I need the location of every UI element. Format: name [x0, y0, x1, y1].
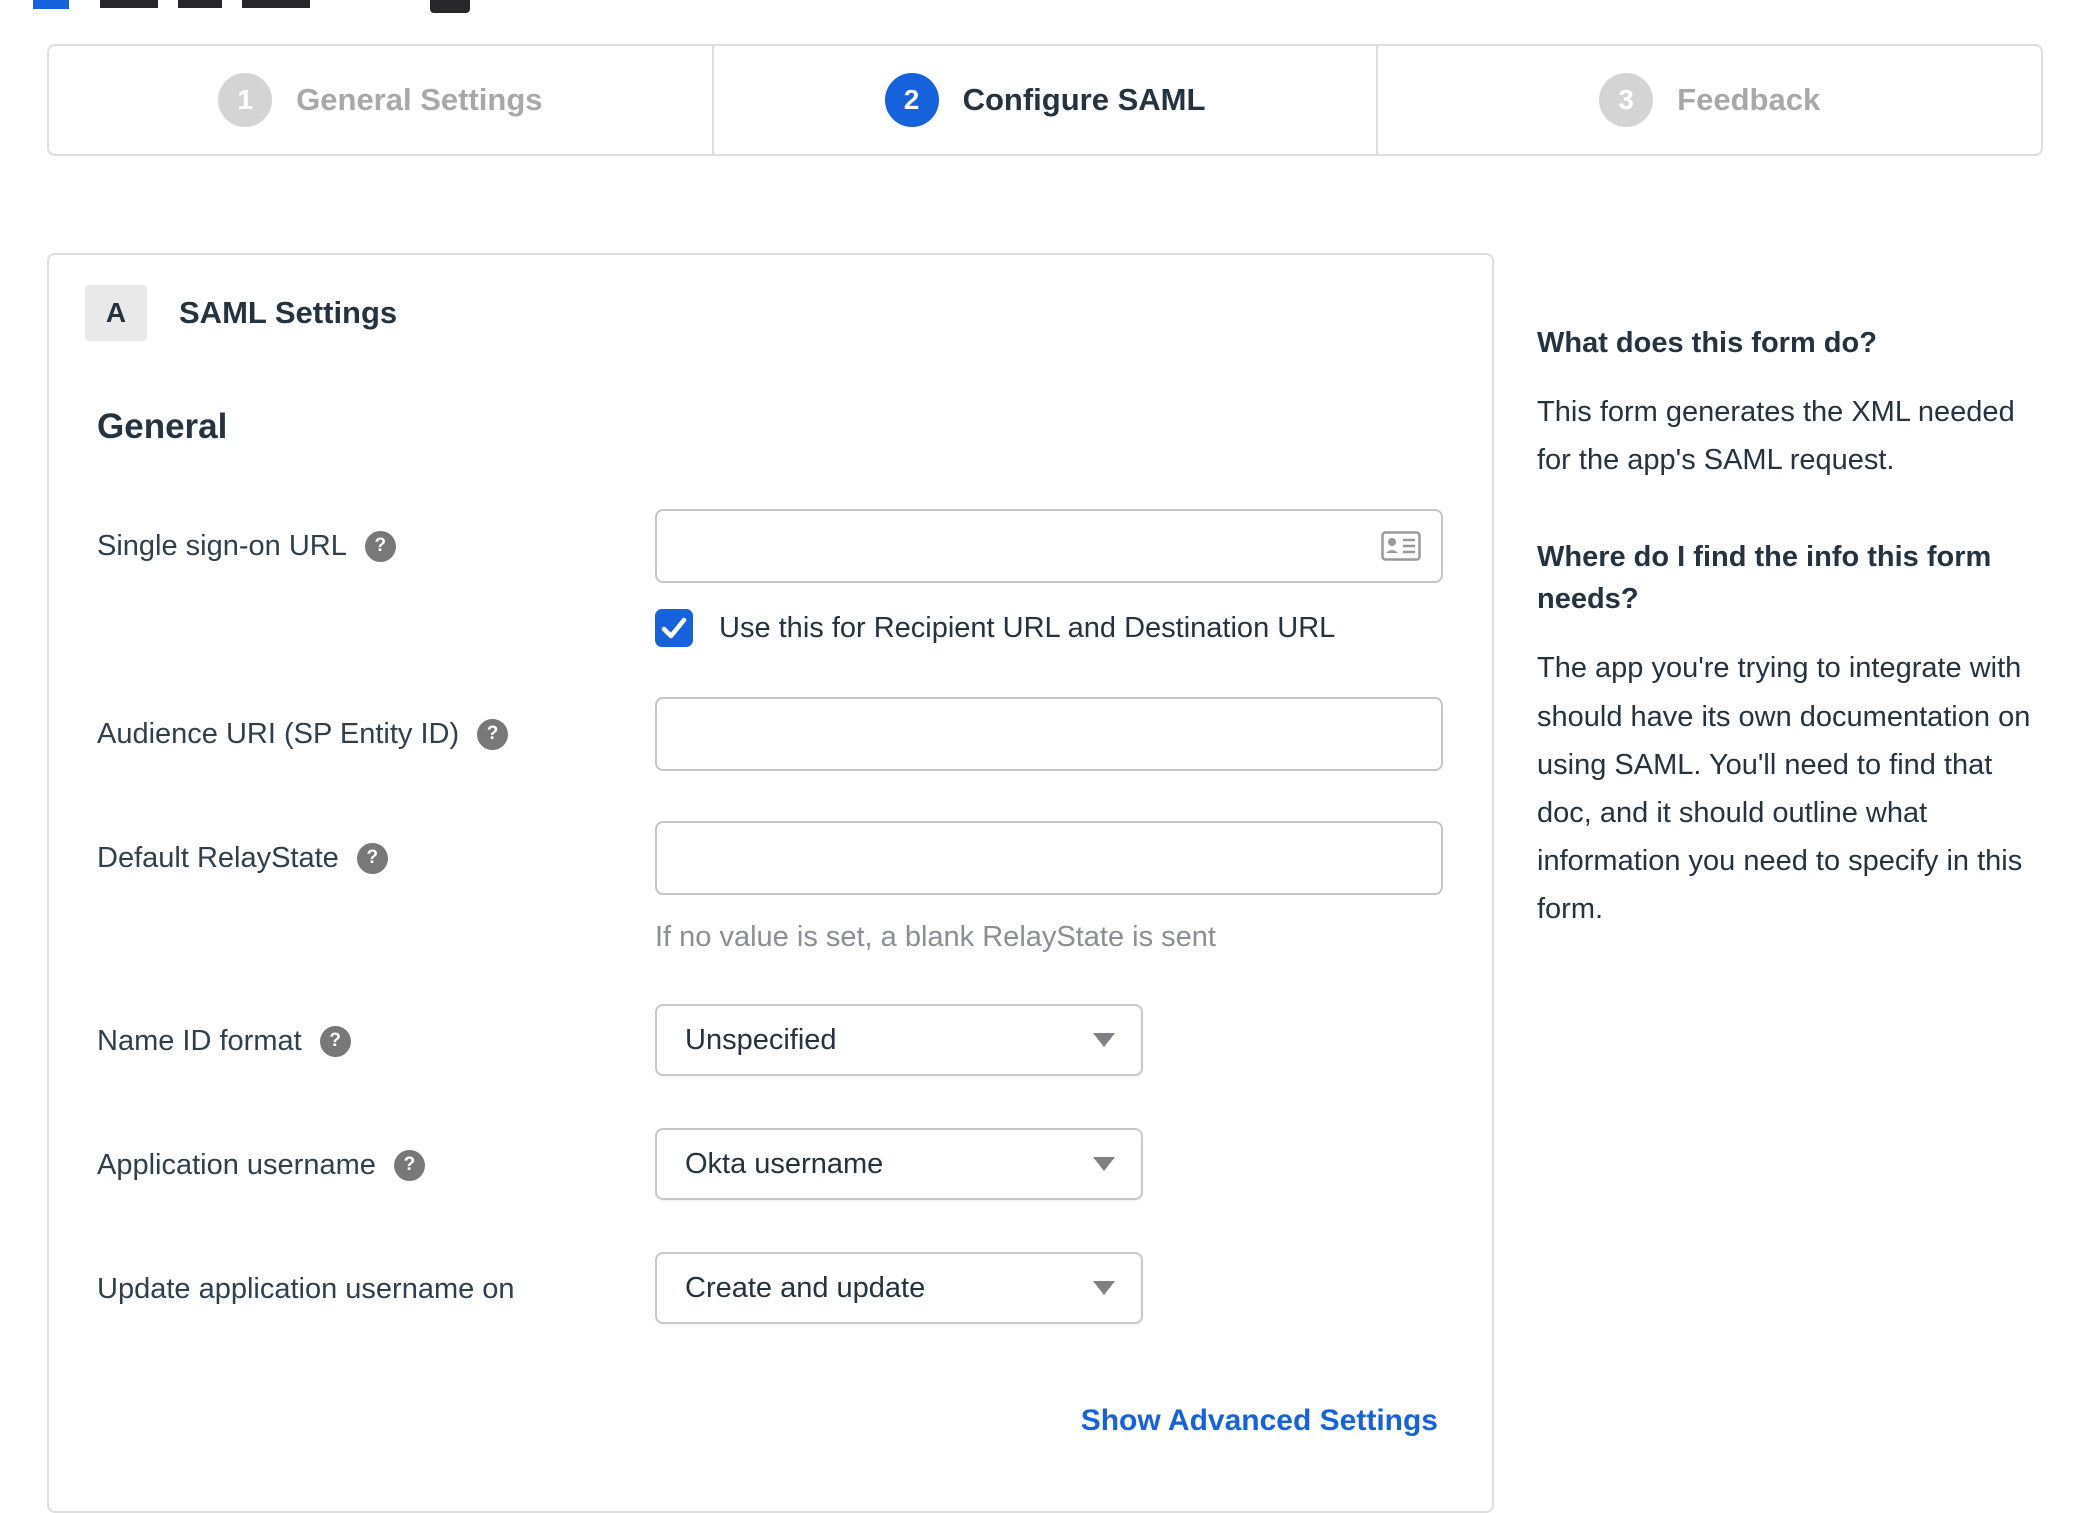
help-question-2: Where do I find the info this form needs…: [1537, 541, 1992, 616]
step-number-badge: 2: [884, 73, 939, 127]
form-row-relay-state: Default RelayState ? If no value is set,…: [97, 821, 1444, 954]
recipient-url-checkbox[interactable]: [655, 609, 693, 647]
relay-state-label: Default RelayState ?: [97, 821, 655, 895]
chevron-down-icon: [1093, 1281, 1115, 1295]
help-icon[interactable]: ?: [364, 530, 396, 562]
cropped-title-fragment: [100, 0, 158, 8]
form-row-application-username: Application username ? Okta username: [97, 1128, 1444, 1202]
cropped-title-icon-fragment: [430, 0, 470, 13]
update-username-on-label: Update application username on: [97, 1272, 515, 1305]
step-number-badge: 1: [218, 73, 273, 127]
help-icon[interactable]: ?: [393, 1149, 425, 1181]
audience-uri-input[interactable]: [655, 697, 1443, 771]
section-a-badge: A: [85, 285, 147, 341]
form-row-update-username-on: Update application username on Create an…: [97, 1252, 1444, 1326]
cropped-title-fragment: [33, 0, 69, 9]
panel-title: SAML Settings: [179, 295, 398, 330]
application-username-select[interactable]: Okta username: [655, 1128, 1143, 1200]
help-answer-1: This form generates the XML needed for t…: [1537, 396, 2015, 477]
recipient-url-checkbox-row: Use this for Recipient URL and Destinati…: [655, 609, 1443, 647]
step-label: Configure SAML: [962, 82, 1206, 117]
application-username-value: Okta username: [685, 1147, 884, 1180]
update-username-on-value: Create and update: [685, 1271, 926, 1304]
step-label: Feedback: [1677, 82, 1821, 117]
help-icon[interactable]: ?: [356, 842, 388, 874]
update-username-on-select[interactable]: Create and update: [655, 1252, 1143, 1324]
cropped-title-fragment: [178, 0, 222, 8]
name-id-format-label: Name ID format ?: [97, 1004, 655, 1078]
advanced-settings-row: Show Advanced Settings: [97, 1404, 1444, 1438]
wizard-stepper: 1 General Settings 2 Configure SAML 3 Fe…: [47, 44, 2043, 156]
chevron-down-icon: [1093, 1033, 1115, 1047]
step-general-settings[interactable]: 1 General Settings: [49, 46, 714, 154]
cropped-title-fragment: [242, 0, 310, 8]
help-icon[interactable]: ?: [477, 718, 509, 750]
help-question-1: What does this form do?: [1537, 327, 1877, 359]
contact-card-icon: [1381, 531, 1421, 566]
form-row-audience-uri: Audience URI (SP Entity ID) ?: [97, 697, 1444, 771]
form-row-sso-url: Single sign-on URL ? Use this for Recipi…: [97, 509, 1444, 647]
step-configure-saml[interactable]: 2 Configure SAML: [714, 46, 1379, 154]
help-icon[interactable]: ?: [319, 1025, 351, 1057]
panel-header: A SAML Settings: [85, 285, 1444, 341]
step-feedback[interactable]: 3 Feedback: [1378, 46, 2041, 154]
relay-state-input[interactable]: [655, 821, 1443, 895]
sso-url-label: Single sign-on URL ?: [97, 509, 655, 583]
chevron-down-icon: [1093, 1157, 1115, 1171]
name-id-format-select[interactable]: Unspecified: [655, 1004, 1143, 1076]
recipient-url-checkbox-label[interactable]: Use this for Recipient URL and Destinati…: [719, 612, 1335, 645]
name-id-format-value: Unspecified: [685, 1023, 837, 1056]
application-username-label: Application username ?: [97, 1128, 655, 1202]
step-number-badge: 3: [1599, 73, 1654, 127]
sso-url-input[interactable]: [655, 509, 1443, 583]
show-advanced-settings-link[interactable]: Show Advanced Settings: [1081, 1404, 1438, 1437]
help-answer-2: The app you're trying to integrate with …: [1537, 652, 2031, 926]
audience-uri-label: Audience URI (SP Entity ID) ?: [97, 697, 655, 771]
help-sidebar: What does this form do? This form genera…: [1537, 322, 2049, 985]
general-section-heading: General: [97, 407, 228, 446]
step-label: General Settings: [296, 82, 543, 117]
form-row-name-id-format: Name ID format ? Unspecified: [97, 1004, 1444, 1078]
saml-settings-panel: A SAML Settings General Single sign-on U…: [47, 253, 1494, 1513]
relay-state-hint: If no value is set, a blank RelayState i…: [655, 921, 1216, 953]
